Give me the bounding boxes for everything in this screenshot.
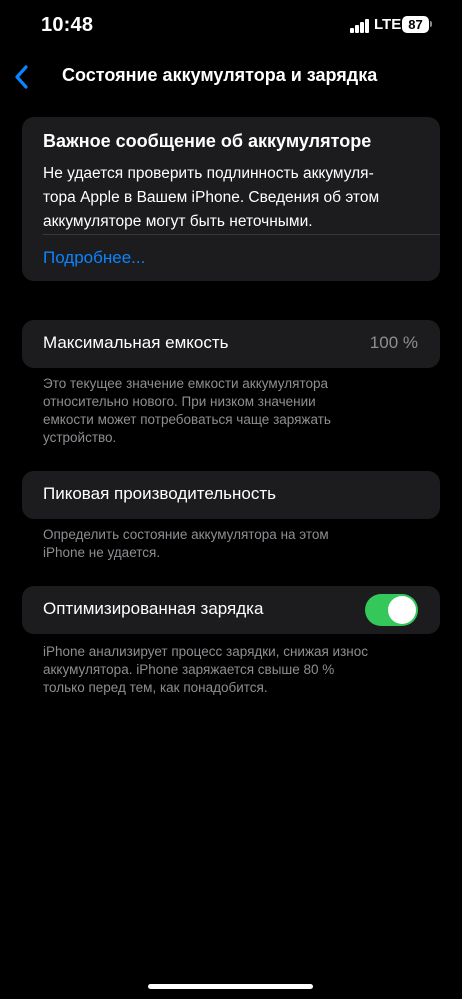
max-capacity-value: 100 % (369, 333, 418, 352)
footnote-line: только перед тем, как понадобится. (43, 680, 268, 695)
footnote-line: относительно нового. При низком значении (43, 394, 316, 409)
divider (43, 234, 440, 235)
battery-percent: 87 (408, 17, 423, 32)
optimized-charging-toggle[interactable] (365, 594, 418, 626)
battery-message-card: Важное сообщение об аккумуляторе Не удае… (22, 117, 440, 281)
max-capacity-footnote: Это текущее значение емкости аккумулятор… (43, 375, 423, 447)
battery-message-line: Не удается проверить подлинность аккумул… (43, 165, 374, 182)
navigation-bar: Состояние аккумулятора и зарядка (0, 56, 462, 96)
home-indicator[interactable] (148, 984, 313, 989)
status-bar: 10:48 LTE 87 (0, 0, 462, 50)
battery-message-line: тора Apple в Вашем iPhone. Сведения об э… (43, 189, 380, 206)
battery-tip (430, 21, 432, 27)
battery-message-line: аккумуляторе могут быть неточными. (43, 213, 313, 230)
max-capacity-label: Максимальная емкость (43, 333, 229, 352)
footnote-line: iPhone не удается. (43, 545, 161, 560)
back-button[interactable] (10, 62, 34, 92)
page-title: Состояние аккумулятора и зарядка (62, 65, 378, 85)
footnote-line: Определить состояние аккумулятора на это… (43, 527, 329, 542)
battery-message-body: Не удается проверить подлинность аккумул… (43, 162, 425, 234)
footnote-line: iPhone анализирует процесс зарядки, сниж… (43, 644, 369, 659)
battery-message-title: Важное сообщение об аккумуляторе (43, 131, 372, 151)
network-type: LTE (374, 16, 402, 33)
footnote-line: Это текущее значение емкости аккумулятор… (43, 376, 328, 391)
optimized-charging-label: Оптимизированная зарядка (43, 599, 264, 618)
footnote-line: аккумулятора. iPhone заряжается свыше 80… (43, 662, 335, 677)
cellular-signal-icon (350, 19, 370, 33)
battery-icon: 87 (402, 16, 429, 33)
optimized-charging-footnote: iPhone анализирует процесс зарядки, сниж… (43, 643, 423, 697)
chevron-left-icon (15, 65, 28, 89)
peak-performance-footnote: Определить состояние аккумулятора на это… (43, 526, 423, 562)
optimized-charging-row: Оптимизированная зарядка (22, 586, 440, 634)
learn-more-link[interactable]: Подробнее... (43, 248, 145, 268)
footnote-line: устройство. (43, 430, 117, 445)
footnote-line: емкости может потребоваться чаще заряжат… (43, 412, 331, 427)
toggle-knob (388, 596, 416, 624)
max-capacity-row: Максимальная емкость 100 % (22, 320, 440, 368)
peak-performance-label: Пиковая производительность (43, 484, 277, 503)
peak-performance-row: Пиковая производительность (22, 471, 440, 519)
status-time: 10:48 (41, 14, 94, 36)
